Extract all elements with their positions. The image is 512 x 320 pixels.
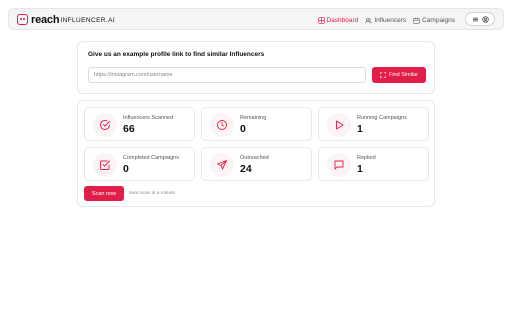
similar-search-card: Give us an example profile link to find … bbox=[77, 41, 435, 94]
stat-value: 1 bbox=[357, 123, 363, 135]
stat-label: Influencers Scanned bbox=[123, 115, 174, 121]
account-menu-button[interactable] bbox=[465, 12, 495, 26]
stat-influencers-scanned: Influencers Scanned 66 bbox=[84, 107, 195, 141]
send-icon bbox=[217, 160, 227, 170]
nav-campaigns-label: Campaigns bbox=[422, 16, 455, 24]
brand-name-rest: INFLUENCER.AI bbox=[60, 17, 116, 24]
play-icon bbox=[336, 120, 344, 130]
stat-label: Remaining bbox=[240, 115, 267, 121]
stat-replied: Replied 1 bbox=[318, 147, 429, 181]
stat-value: 0 bbox=[123, 163, 129, 175]
stat-value: 0 bbox=[240, 123, 246, 135]
message-icon bbox=[334, 160, 344, 170]
calendar-icon bbox=[413, 17, 420, 24]
stat-icon-wrap bbox=[93, 113, 117, 137]
stat-label: Completed Campaigns bbox=[123, 155, 179, 161]
stat-label: Running Campaigns bbox=[357, 115, 407, 121]
find-similar-button[interactable]: Find Similar bbox=[372, 67, 426, 83]
nav-influencers-label: Influencers bbox=[374, 16, 407, 24]
check-square-icon bbox=[100, 160, 110, 170]
next-scan-note: Next scan in a minute bbox=[129, 191, 176, 196]
user-avatar-icon bbox=[481, 15, 489, 23]
check-circle-icon bbox=[100, 120, 110, 130]
nav-dashboard-label: Dashboard bbox=[326, 16, 359, 24]
main-nav: Dashboard Influencers Campaigns bbox=[317, 9, 455, 31]
stat-icon-wrap bbox=[210, 113, 234, 137]
stat-icon-wrap bbox=[93, 153, 117, 177]
stat-value: 1 bbox=[357, 163, 363, 175]
brand-name-bold: reach bbox=[31, 13, 60, 26]
nav-campaigns[interactable]: Campaigns bbox=[413, 17, 455, 24]
scan-frame-icon bbox=[380, 72, 386, 78]
stat-remaining: Remaining 0 bbox=[201, 107, 312, 141]
dashboard-icon bbox=[317, 16, 325, 24]
stat-outreached: Outreached 24 bbox=[201, 147, 312, 181]
stat-icon-wrap bbox=[327, 113, 351, 137]
stat-completed-campaigns: Completed Campaigns 0 bbox=[84, 147, 195, 181]
brand-logo[interactable]: reach INFLUENCER.AI bbox=[17, 12, 115, 27]
stat-running-campaigns: Running Campaigns 1 bbox=[318, 107, 429, 141]
users-icon bbox=[365, 17, 372, 23]
clock-icon bbox=[217, 120, 227, 130]
stat-value: 24 bbox=[240, 163, 252, 175]
stats-card: Influencers Scanned 66 Remaining 0 Runni… bbox=[77, 100, 435, 207]
top-navbar: reach INFLUENCER.AI Dashboard Influencer… bbox=[8, 8, 504, 30]
scan-now-button[interactable]: Scan now bbox=[84, 186, 124, 201]
find-similar-label: Find Similar bbox=[388, 72, 419, 78]
profile-url-input[interactable] bbox=[88, 67, 366, 83]
stat-label: Replied bbox=[357, 155, 376, 161]
stat-icon-wrap bbox=[210, 153, 234, 177]
nav-dashboard[interactable]: Dashboard bbox=[317, 16, 359, 24]
stat-label: Outreached bbox=[240, 155, 269, 161]
nav-influencers[interactable]: Influencers bbox=[365, 17, 406, 24]
stat-icon-wrap bbox=[327, 153, 351, 177]
search-prompt: Give us an example profile link to find … bbox=[88, 51, 265, 58]
hamburger-icon bbox=[472, 17, 478, 21]
stat-value: 66 bbox=[123, 123, 135, 135]
robot-logo-icon bbox=[17, 14, 28, 25]
